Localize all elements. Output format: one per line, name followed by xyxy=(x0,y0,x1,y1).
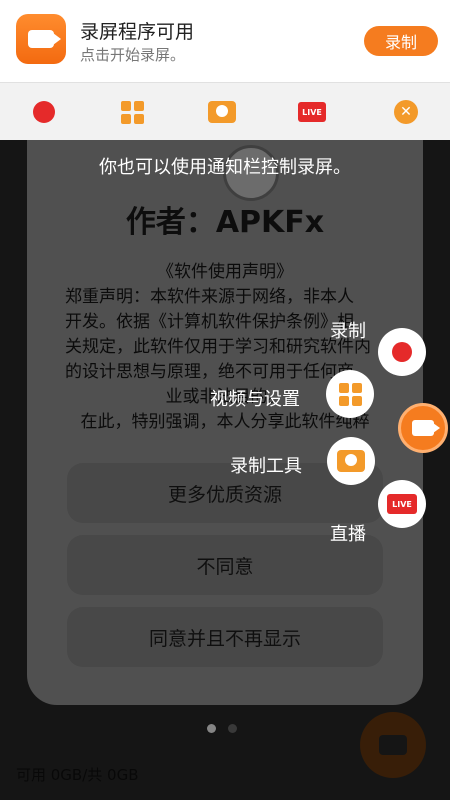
fab-label-live: 直播 xyxy=(330,524,366,545)
app-icon xyxy=(16,14,66,64)
fab-label-record: 录制 xyxy=(330,321,366,342)
fab-video-settings-button[interactable] xyxy=(326,370,374,418)
notification-subtitle: 点击开始录屏。 xyxy=(80,46,186,64)
close-icon[interactable]: ✕ xyxy=(392,98,420,126)
camera-icon xyxy=(412,420,440,436)
record-dot-icon[interactable] xyxy=(30,98,58,126)
live-icon: LIVE xyxy=(387,494,417,514)
grid-settings-icon xyxy=(338,382,362,406)
camera-icon xyxy=(28,30,61,48)
quick-toolbar: LIVE ✕ xyxy=(0,82,450,140)
tools-icon[interactable] xyxy=(208,98,236,126)
fab-live-button[interactable]: LIVE xyxy=(378,480,426,528)
tools-icon xyxy=(337,450,365,472)
live-icon[interactable]: LIVE xyxy=(298,98,326,126)
grid-settings-icon[interactable] xyxy=(118,98,146,126)
fab-tools-button[interactable] xyxy=(327,437,375,485)
dim-overlay[interactable] xyxy=(0,140,450,800)
notification-hint: 你也可以使用通知栏控制录屏。 xyxy=(99,157,351,178)
fab-label-tools: 录制工具 xyxy=(230,456,302,477)
record-button[interactable]: 录制 xyxy=(364,26,438,56)
record-dot-icon xyxy=(392,342,412,362)
recorder-notification[interactable]: 录屏程序可用 点击开始录屏。 录制 xyxy=(0,0,450,82)
fab-record-button[interactable] xyxy=(378,328,426,376)
notification-title: 录屏程序可用 xyxy=(80,21,195,43)
fab-label-video-settings: 视频与设置 xyxy=(210,389,300,410)
floating-recorder-button[interactable] xyxy=(398,403,448,453)
